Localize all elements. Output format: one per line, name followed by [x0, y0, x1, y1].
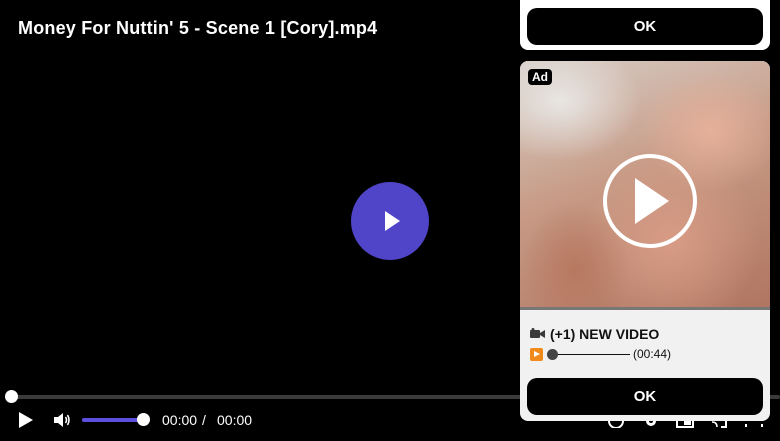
volume-handle[interactable]	[137, 413, 150, 426]
ad-divider	[520, 307, 770, 310]
ad-duration: (00:44)	[633, 347, 672, 361]
play-button-icon	[530, 347, 543, 361]
ad-card[interactable]: Ad (+1) NEW VIDEO (00:44) OK	[520, 61, 770, 421]
ad-badge: Ad	[528, 69, 552, 85]
video-camera-icon	[530, 328, 545, 338]
ad-headline-text: (+1) NEW VIDEO	[550, 326, 660, 342]
time-separator: /	[202, 412, 206, 428]
center-play-button[interactable]	[351, 182, 429, 260]
ad-top-panel: OK	[520, 0, 770, 50]
total-time: 00:00	[217, 412, 253, 428]
ad-play-button[interactable]	[603, 154, 697, 248]
ad-meta: (00:44)	[530, 347, 671, 361]
ok-button[interactable]: OK	[527, 8, 763, 45]
ad-thumbnail[interactable]: Ad	[520, 61, 770, 309]
volume-icon[interactable]	[53, 412, 71, 428]
scrubber-dot-icon	[547, 348, 558, 360]
scrubber-line	[558, 353, 630, 355]
play-icon	[385, 211, 400, 231]
ok-button[interactable]: OK	[527, 378, 763, 415]
progress-handle[interactable]	[5, 390, 18, 403]
current-time: 00:00	[162, 412, 198, 428]
volume-fill	[82, 418, 144, 422]
play-icon[interactable]	[18, 411, 34, 429]
video-title: Money For Nuttin' 5 - Scene 1 [Cory].mp4	[18, 18, 378, 38]
volume-slider[interactable]	[82, 418, 144, 422]
play-icon	[635, 178, 669, 224]
ad-headline[interactable]: (+1) NEW VIDEO	[530, 326, 659, 342]
